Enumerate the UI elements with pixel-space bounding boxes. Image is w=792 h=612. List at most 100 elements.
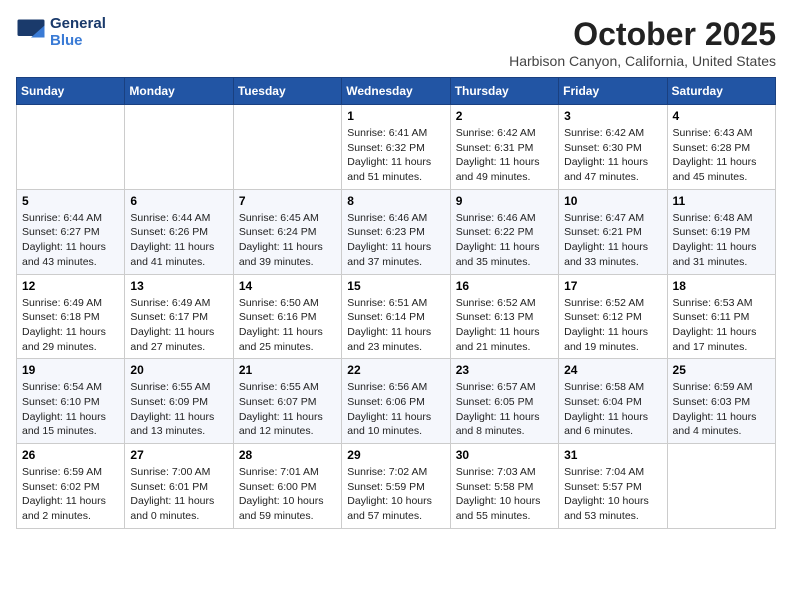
month-title: October 2025	[509, 16, 776, 53]
day-number: 24	[564, 363, 661, 377]
day-detail: Sunrise: 6:52 AMSunset: 6:12 PMDaylight:…	[564, 296, 661, 355]
day-number: 7	[239, 194, 336, 208]
day-detail: Sunrise: 6:42 AMSunset: 6:31 PMDaylight:…	[456, 126, 553, 185]
calendar-week-row: 19 Sunrise: 6:54 AMSunset: 6:10 PMDaylig…	[17, 359, 776, 444]
calendar-day-cell: 13 Sunrise: 6:49 AMSunset: 6:17 PMDaylig…	[125, 274, 233, 359]
day-number: 20	[130, 363, 227, 377]
day-detail: Sunrise: 6:41 AMSunset: 6:32 PMDaylight:…	[347, 126, 444, 185]
calendar-day-cell: 11 Sunrise: 6:48 AMSunset: 6:19 PMDaylig…	[667, 189, 775, 274]
day-detail: Sunrise: 6:46 AMSunset: 6:23 PMDaylight:…	[347, 211, 444, 270]
day-number: 10	[564, 194, 661, 208]
calendar-day-cell: 19 Sunrise: 6:54 AMSunset: 6:10 PMDaylig…	[17, 359, 125, 444]
calendar-day-cell: 14 Sunrise: 6:50 AMSunset: 6:16 PMDaylig…	[233, 274, 341, 359]
day-number: 30	[456, 448, 553, 462]
day-number: 28	[239, 448, 336, 462]
day-detail: Sunrise: 7:00 AMSunset: 6:01 PMDaylight:…	[130, 465, 227, 524]
day-number: 6	[130, 194, 227, 208]
day-number: 21	[239, 363, 336, 377]
calendar-day-cell: 22 Sunrise: 6:56 AMSunset: 6:06 PMDaylig…	[342, 359, 450, 444]
day-number: 13	[130, 279, 227, 293]
day-number: 19	[22, 363, 119, 377]
calendar-day-cell: 28 Sunrise: 7:01 AMSunset: 6:00 PMDaylig…	[233, 444, 341, 529]
day-detail: Sunrise: 6:49 AMSunset: 6:17 PMDaylight:…	[130, 296, 227, 355]
calendar-day-cell: 23 Sunrise: 6:57 AMSunset: 6:05 PMDaylig…	[450, 359, 558, 444]
calendar-day-cell	[125, 105, 233, 190]
day-detail: Sunrise: 6:43 AMSunset: 6:28 PMDaylight:…	[673, 126, 770, 185]
day-number: 29	[347, 448, 444, 462]
day-detail: Sunrise: 6:44 AMSunset: 6:27 PMDaylight:…	[22, 211, 119, 270]
day-detail: Sunrise: 6:59 AMSunset: 6:02 PMDaylight:…	[22, 465, 119, 524]
calendar-day-cell: 4 Sunrise: 6:43 AMSunset: 6:28 PMDayligh…	[667, 105, 775, 190]
calendar-day-cell: 12 Sunrise: 6:49 AMSunset: 6:18 PMDaylig…	[17, 274, 125, 359]
calendar-day-cell: 8 Sunrise: 6:46 AMSunset: 6:23 PMDayligh…	[342, 189, 450, 274]
calendar-week-row: 26 Sunrise: 6:59 AMSunset: 6:02 PMDaylig…	[17, 444, 776, 529]
calendar-day-cell: 16 Sunrise: 6:52 AMSunset: 6:13 PMDaylig…	[450, 274, 558, 359]
day-number: 12	[22, 279, 119, 293]
calendar-day-cell: 29 Sunrise: 7:02 AMSunset: 5:59 PMDaylig…	[342, 444, 450, 529]
day-number: 3	[564, 109, 661, 123]
day-number: 8	[347, 194, 444, 208]
logo: General Blue	[16, 16, 106, 49]
weekday-header: Wednesday	[342, 78, 450, 105]
day-detail: Sunrise: 6:55 AMSunset: 6:09 PMDaylight:…	[130, 380, 227, 439]
calendar-day-cell: 31 Sunrise: 7:04 AMSunset: 5:57 PMDaylig…	[559, 444, 667, 529]
weekday-header: Thursday	[450, 78, 558, 105]
calendar-day-cell: 27 Sunrise: 7:00 AMSunset: 6:01 PMDaylig…	[125, 444, 233, 529]
calendar-day-cell: 1 Sunrise: 6:41 AMSunset: 6:32 PMDayligh…	[342, 105, 450, 190]
calendar-day-cell: 20 Sunrise: 6:55 AMSunset: 6:09 PMDaylig…	[125, 359, 233, 444]
calendar-day-cell: 18 Sunrise: 6:53 AMSunset: 6:11 PMDaylig…	[667, 274, 775, 359]
weekday-header: Friday	[559, 78, 667, 105]
calendar-day-cell: 15 Sunrise: 6:51 AMSunset: 6:14 PMDaylig…	[342, 274, 450, 359]
day-number: 16	[456, 279, 553, 293]
logo-icon	[16, 18, 46, 48]
calendar-day-cell: 5 Sunrise: 6:44 AMSunset: 6:27 PMDayligh…	[17, 189, 125, 274]
calendar-day-cell: 25 Sunrise: 6:59 AMSunset: 6:03 PMDaylig…	[667, 359, 775, 444]
day-detail: Sunrise: 6:53 AMSunset: 6:11 PMDaylight:…	[673, 296, 770, 355]
calendar-week-row: 5 Sunrise: 6:44 AMSunset: 6:27 PMDayligh…	[17, 189, 776, 274]
calendar-week-row: 12 Sunrise: 6:49 AMSunset: 6:18 PMDaylig…	[17, 274, 776, 359]
day-number: 2	[456, 109, 553, 123]
calendar-day-cell: 26 Sunrise: 6:59 AMSunset: 6:02 PMDaylig…	[17, 444, 125, 529]
calendar-day-cell	[667, 444, 775, 529]
day-number: 27	[130, 448, 227, 462]
day-number: 22	[347, 363, 444, 377]
day-detail: Sunrise: 6:57 AMSunset: 6:05 PMDaylight:…	[456, 380, 553, 439]
weekday-header: Saturday	[667, 78, 775, 105]
day-detail: Sunrise: 6:59 AMSunset: 6:03 PMDaylight:…	[673, 380, 770, 439]
day-detail: Sunrise: 6:58 AMSunset: 6:04 PMDaylight:…	[564, 380, 661, 439]
calendar-table: SundayMondayTuesdayWednesdayThursdayFrid…	[16, 77, 776, 529]
day-detail: Sunrise: 6:44 AMSunset: 6:26 PMDaylight:…	[130, 211, 227, 270]
calendar-day-cell: 21 Sunrise: 6:55 AMSunset: 6:07 PMDaylig…	[233, 359, 341, 444]
day-number: 11	[673, 194, 770, 208]
calendar-day-cell: 10 Sunrise: 6:47 AMSunset: 6:21 PMDaylig…	[559, 189, 667, 274]
day-number: 15	[347, 279, 444, 293]
logo-line2: Blue	[50, 33, 106, 50]
weekday-header: Sunday	[17, 78, 125, 105]
day-detail: Sunrise: 6:56 AMSunset: 6:06 PMDaylight:…	[347, 380, 444, 439]
day-number: 31	[564, 448, 661, 462]
day-detail: Sunrise: 7:04 AMSunset: 5:57 PMDaylight:…	[564, 465, 661, 524]
calendar-day-cell: 2 Sunrise: 6:42 AMSunset: 6:31 PMDayligh…	[450, 105, 558, 190]
day-detail: Sunrise: 6:54 AMSunset: 6:10 PMDaylight:…	[22, 380, 119, 439]
day-number: 14	[239, 279, 336, 293]
day-number: 18	[673, 279, 770, 293]
day-detail: Sunrise: 6:48 AMSunset: 6:19 PMDaylight:…	[673, 211, 770, 270]
day-detail: Sunrise: 6:50 AMSunset: 6:16 PMDaylight:…	[239, 296, 336, 355]
calendar-day-cell: 6 Sunrise: 6:44 AMSunset: 6:26 PMDayligh…	[125, 189, 233, 274]
day-detail: Sunrise: 6:45 AMSunset: 6:24 PMDaylight:…	[239, 211, 336, 270]
day-detail: Sunrise: 6:52 AMSunset: 6:13 PMDaylight:…	[456, 296, 553, 355]
day-detail: Sunrise: 6:55 AMSunset: 6:07 PMDaylight:…	[239, 380, 336, 439]
calendar-day-cell: 7 Sunrise: 6:45 AMSunset: 6:24 PMDayligh…	[233, 189, 341, 274]
calendar-day-cell: 17 Sunrise: 6:52 AMSunset: 6:12 PMDaylig…	[559, 274, 667, 359]
day-number: 17	[564, 279, 661, 293]
day-detail: Sunrise: 6:47 AMSunset: 6:21 PMDaylight:…	[564, 211, 661, 270]
weekday-header: Tuesday	[233, 78, 341, 105]
day-number: 23	[456, 363, 553, 377]
calendar-day-cell: 9 Sunrise: 6:46 AMSunset: 6:22 PMDayligh…	[450, 189, 558, 274]
day-number: 5	[22, 194, 119, 208]
location: Harbison Canyon, California, United Stat…	[509, 53, 776, 69]
logo-line1: General	[50, 16, 106, 33]
day-number: 1	[347, 109, 444, 123]
day-detail: Sunrise: 7:03 AMSunset: 5:58 PMDaylight:…	[456, 465, 553, 524]
calendar-day-cell: 3 Sunrise: 6:42 AMSunset: 6:30 PMDayligh…	[559, 105, 667, 190]
